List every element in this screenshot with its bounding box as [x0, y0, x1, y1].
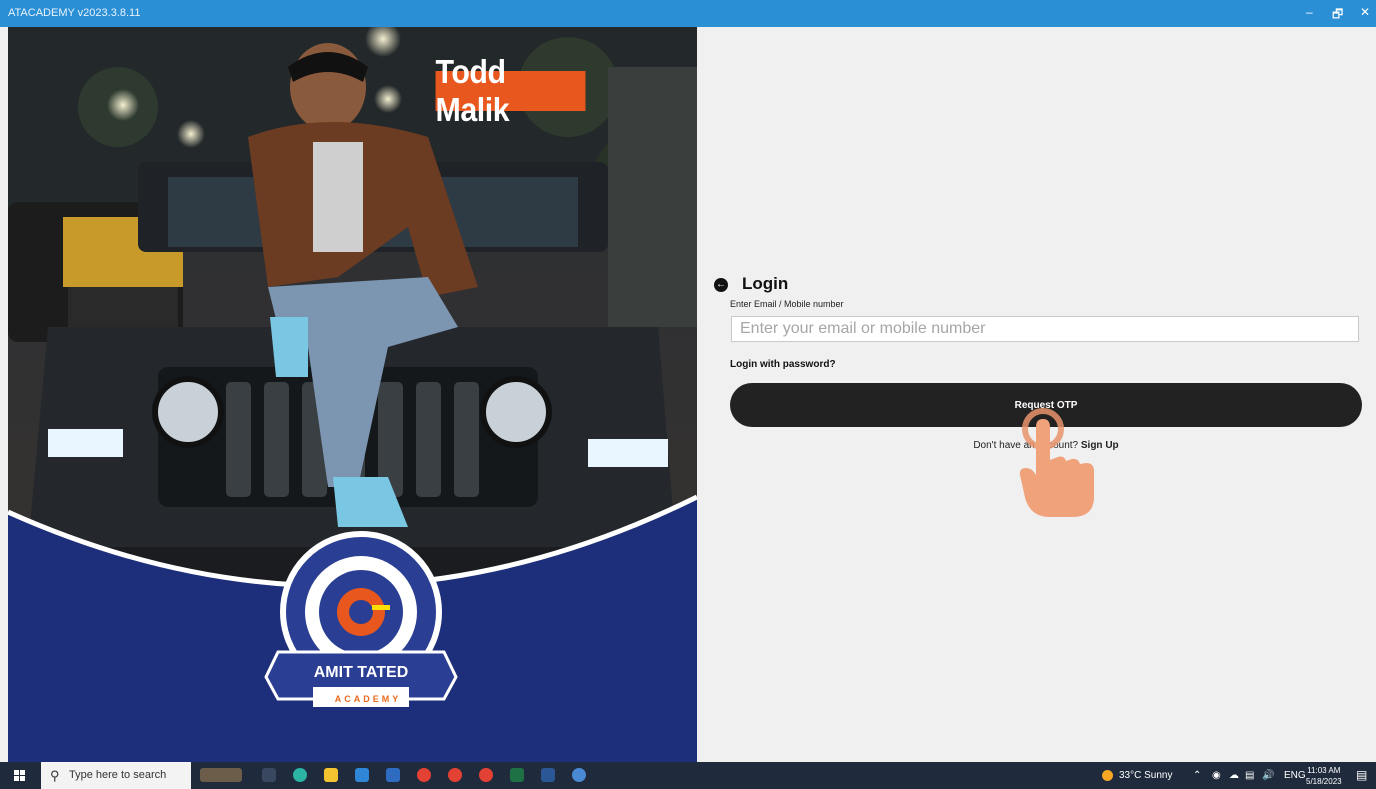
chrome-icon-3[interactable]	[479, 768, 493, 782]
maximize-button[interactable]: 🗗	[1332, 5, 1343, 26]
cloud-icon[interactable]: ☁	[1229, 770, 1239, 781]
edge-browser-icon[interactable]	[293, 768, 307, 782]
name-badge: Todd Malik	[435, 53, 586, 128]
window-title: ATACADEMY v2023.3.8.11	[8, 7, 141, 19]
taskbar: ⚲ Type here to search 33°C Sunny ⌃ ◉ ☁ ▤…	[0, 762, 1376, 789]
chrome-icon-2[interactable]	[448, 768, 462, 782]
email-field[interactable]	[731, 316, 1359, 342]
login-title: Login	[742, 274, 789, 293]
login-with-password-link[interactable]: Login with password?	[730, 359, 836, 370]
word-icon[interactable]	[541, 768, 555, 782]
system-clock[interactable]: 11:03 AM 5/18/2023	[1306, 765, 1342, 787]
excel-icon[interactable]	[510, 768, 524, 782]
news-widget-icon[interactable]	[200, 768, 242, 782]
weather-icon	[1102, 770, 1113, 781]
clock-date: 5/18/2023	[1306, 777, 1342, 786]
email-field-label: Enter Email / Mobile number	[730, 299, 844, 309]
network-icon[interactable]: ▤	[1245, 770, 1254, 781]
logo-title: AMIT TATED	[313, 664, 409, 681]
arrow-left-circle-icon[interactable]: ←	[714, 278, 728, 292]
task-view-icon[interactable]	[262, 768, 276, 782]
file-explorer-icon[interactable]	[324, 768, 338, 782]
clock-time: 11:03 AM	[1307, 766, 1341, 775]
store-icon[interactable]	[386, 768, 400, 782]
atacademy-app-icon[interactable]	[572, 768, 586, 782]
notification-icon[interactable]: ▤	[1356, 768, 1367, 782]
language-indicator[interactable]: ENG	[1284, 770, 1306, 781]
minimize-button[interactable]: –	[1306, 5, 1313, 19]
hero-illustration	[8, 27, 697, 762]
tap-hand-icon	[1019, 408, 1094, 517]
title-bar: ATACADEMY v2023.3.8.11 – 🗗 ✕	[0, 0, 1376, 27]
taskbar-search-box[interactable]: ⚲ Type here to search	[41, 762, 191, 789]
close-button[interactable]: ✕	[1360, 5, 1370, 19]
mail-icon[interactable]	[355, 768, 369, 782]
windows-start-icon[interactable]	[14, 770, 25, 781]
logo-subtitle: ACADEMY	[334, 694, 402, 704]
taskbar-search-placeholder: Type here to search	[69, 769, 167, 781]
weather-text[interactable]: 33°C Sunny	[1119, 770, 1172, 781]
hero-banner: Todd Malik AMIT TATED ACADEMY	[8, 27, 697, 762]
search-icon: ⚲	[50, 768, 60, 783]
meet-now-icon[interactable]: ◉	[1212, 770, 1221, 781]
volume-icon[interactable]: 🔊	[1262, 770, 1274, 781]
chrome-icon-1[interactable]	[417, 768, 431, 782]
tray-chevron-icon[interactable]: ⌃	[1193, 770, 1201, 781]
